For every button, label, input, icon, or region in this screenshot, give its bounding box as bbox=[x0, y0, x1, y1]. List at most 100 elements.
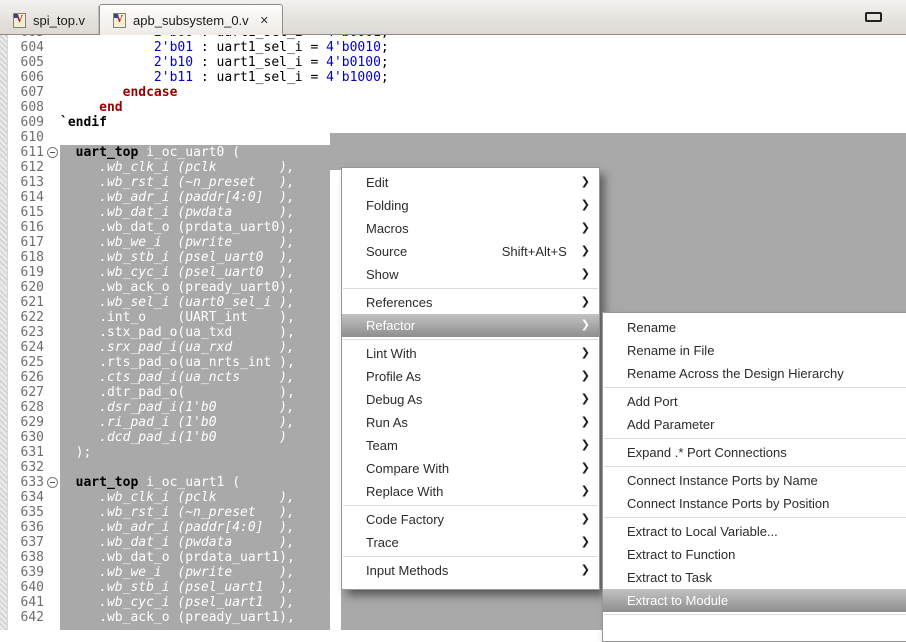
code-text: .wb_cyc_i (psel_uart1 ), bbox=[60, 595, 295, 610]
menu-item-rename[interactable]: Rename bbox=[603, 316, 906, 339]
line-number: 639 bbox=[0, 565, 44, 580]
code-line-608[interactable]: 608 end bbox=[0, 100, 906, 115]
line-number: 630 bbox=[0, 430, 44, 445]
icon-corner bbox=[14, 14, 18, 18]
menu-separator bbox=[343, 288, 598, 289]
menu-item-add-port[interactable]: Add Port bbox=[603, 390, 906, 413]
menu-item-edit[interactable]: Edit❯ bbox=[342, 171, 599, 194]
menu-item-label: Rename in File bbox=[627, 343, 904, 358]
close-tab-icon[interactable]: ✕ bbox=[260, 14, 269, 27]
menu-item-connect-instance-ports-by-position[interactable]: Connect Instance Ports by Position bbox=[603, 492, 906, 515]
menu-item-team[interactable]: Team❯ bbox=[342, 434, 599, 457]
code-text: ); bbox=[60, 445, 91, 460]
line-number: 615 bbox=[0, 205, 44, 220]
submenu-arrow-icon: ❯ bbox=[581, 411, 590, 434]
line-number: 633 bbox=[0, 475, 44, 490]
code-line-606[interactable]: 606 2'b11 : uart1_sel_i = 4'b1000; bbox=[0, 70, 906, 85]
menu-item-label: Extract to Local Variable... bbox=[627, 524, 904, 539]
menu-item-extract-to-task[interactable]: Extract to Task bbox=[603, 566, 906, 589]
line-number: 625 bbox=[0, 355, 44, 370]
line-number: 626 bbox=[0, 370, 44, 385]
line-number: 641 bbox=[0, 595, 44, 610]
tab-spi-top[interactable]: V spi_top.v bbox=[0, 6, 99, 34]
minimize-icon[interactable] bbox=[865, 12, 882, 22]
line-number: 604 bbox=[0, 40, 44, 55]
menu-separator bbox=[604, 466, 906, 467]
line-number: 605 bbox=[0, 55, 44, 70]
menu-item-run-as[interactable]: Run As❯ bbox=[342, 411, 599, 434]
code-text: .wb_adr_i (paddr[4:0] ), bbox=[60, 520, 295, 535]
code-line-607[interactable]: 607 endcase bbox=[0, 85, 906, 100]
submenu-arrow-icon: ❯ bbox=[581, 291, 590, 314]
line-number: 640 bbox=[0, 580, 44, 595]
menu-item-references[interactable]: References❯ bbox=[342, 291, 599, 314]
menu-item-lint-with[interactable]: Lint With❯ bbox=[342, 342, 599, 365]
menu-item-debug-as[interactable]: Debug As❯ bbox=[342, 388, 599, 411]
code-line-604[interactable]: 604 2'b01 : uart1_sel_i = 4'b0010; bbox=[0, 40, 906, 55]
code-text: endcase bbox=[60, 85, 177, 100]
code-text: uart_top i_oc_uart0 ( bbox=[60, 145, 240, 160]
verilog-file-icon: V bbox=[13, 13, 26, 28]
menu-item-trace[interactable]: Trace❯ bbox=[342, 531, 599, 554]
submenu-arrow-icon: ❯ bbox=[581, 171, 590, 194]
menu-shortcut: Shift+Alt+S bbox=[502, 244, 581, 259]
code-text: .wb_we_i (pwrite ), bbox=[60, 565, 295, 580]
line-number: 628 bbox=[0, 400, 44, 415]
menu-separator bbox=[604, 387, 906, 388]
code-text: end bbox=[60, 100, 123, 115]
menu-item-connect-instance-ports-by-name[interactable]: Connect Instance Ports by Name bbox=[603, 469, 906, 492]
code-line-609[interactable]: 609`endif bbox=[0, 115, 906, 130]
tab-label: apb_subsystem_0.v bbox=[133, 13, 249, 28]
code-text: .wb_dat_i (pwdata ), bbox=[60, 205, 295, 220]
menu-item-source[interactable]: SourceShift+Alt+S❯ bbox=[342, 240, 599, 263]
line-number: 635 bbox=[0, 505, 44, 520]
menu-item-label: Show bbox=[366, 267, 581, 282]
menu-item-extract-to-function[interactable]: Extract to Function bbox=[603, 543, 906, 566]
line-number: 637 bbox=[0, 535, 44, 550]
line-number: 611 bbox=[0, 145, 44, 160]
menu-item-extract-to-local-variable[interactable]: Extract to Local Variable... bbox=[603, 520, 906, 543]
context-menu: Edit❯Folding❯Macros❯SourceShift+Alt+S❯Sh… bbox=[341, 167, 600, 590]
menu-item-folding[interactable]: Folding❯ bbox=[342, 194, 599, 217]
code-text: .wb_we_i (pwrite ), bbox=[60, 235, 295, 250]
menu-item-extract-to-module[interactable]: Extract to Module bbox=[603, 589, 906, 612]
menu-item-label: Rename Across the Design Hierarchy bbox=[627, 366, 904, 381]
code-line-605[interactable]: 605 2'b10 : uart1_sel_i = 4'b0100; bbox=[0, 55, 906, 70]
submenu-arrow-icon: ❯ bbox=[581, 388, 590, 411]
line-number: 607 bbox=[0, 85, 44, 100]
menu-item-macros[interactable]: Macros❯ bbox=[342, 217, 599, 240]
code-text: .stx_pad_o(ua_txd ), bbox=[60, 325, 295, 340]
line-number: 618 bbox=[0, 250, 44, 265]
code-text: .wb_adr_i (paddr[4:0] ), bbox=[60, 190, 295, 205]
menu-item-rename-in-file[interactable]: Rename in File bbox=[603, 339, 906, 362]
menu-item-input-methods[interactable]: Input Methods❯ bbox=[342, 559, 599, 582]
tab-apb-subsystem[interactable]: V apb_subsystem_0.v ✕ bbox=[99, 4, 283, 35]
menu-separator bbox=[343, 556, 598, 557]
menu-item-replace-with[interactable]: Replace With❯ bbox=[342, 480, 599, 503]
line-number: 621 bbox=[0, 295, 44, 310]
menu-separator bbox=[604, 438, 906, 439]
line-number: 629 bbox=[0, 415, 44, 430]
fold-collapse-icon[interactable] bbox=[47, 147, 58, 158]
icon-corner bbox=[114, 14, 118, 18]
code-text: .dcd_pad_i(1'b0 ) bbox=[60, 430, 287, 445]
menu-item-profile-as[interactable]: Profile As❯ bbox=[342, 365, 599, 388]
code-text: .wb_stb_i (psel_uart1 ), bbox=[60, 580, 295, 595]
menu-item-refactor[interactable]: Refactor❯ bbox=[342, 314, 599, 337]
menu-item-code-factory[interactable]: Code Factory❯ bbox=[342, 508, 599, 531]
menu-item-add-parameter[interactable]: Add Parameter bbox=[603, 413, 906, 436]
dimmed-editor-region bbox=[330, 133, 906, 170]
line-number: 609 bbox=[0, 115, 44, 130]
submenu-arrow-icon: ❯ bbox=[581, 365, 590, 388]
fold-collapse-icon[interactable] bbox=[47, 477, 58, 488]
submenu-arrow-icon: ❯ bbox=[581, 480, 590, 503]
menu-item-rename-across-the-design-hierarchy[interactable]: Rename Across the Design Hierarchy bbox=[603, 362, 906, 385]
menu-separator bbox=[604, 614, 906, 615]
menu-item-show[interactable]: Show❯ bbox=[342, 263, 599, 286]
menu-item-label: Add Port bbox=[627, 394, 904, 409]
line-number: 608 bbox=[0, 100, 44, 115]
menu-item-compare-with[interactable]: Compare With❯ bbox=[342, 457, 599, 480]
code-text: .wb_ack_o (pready_uart1), bbox=[60, 610, 295, 625]
line-number: 627 bbox=[0, 385, 44, 400]
menu-item-expand-port-connections[interactable]: Expand .* Port Connections bbox=[603, 441, 906, 464]
